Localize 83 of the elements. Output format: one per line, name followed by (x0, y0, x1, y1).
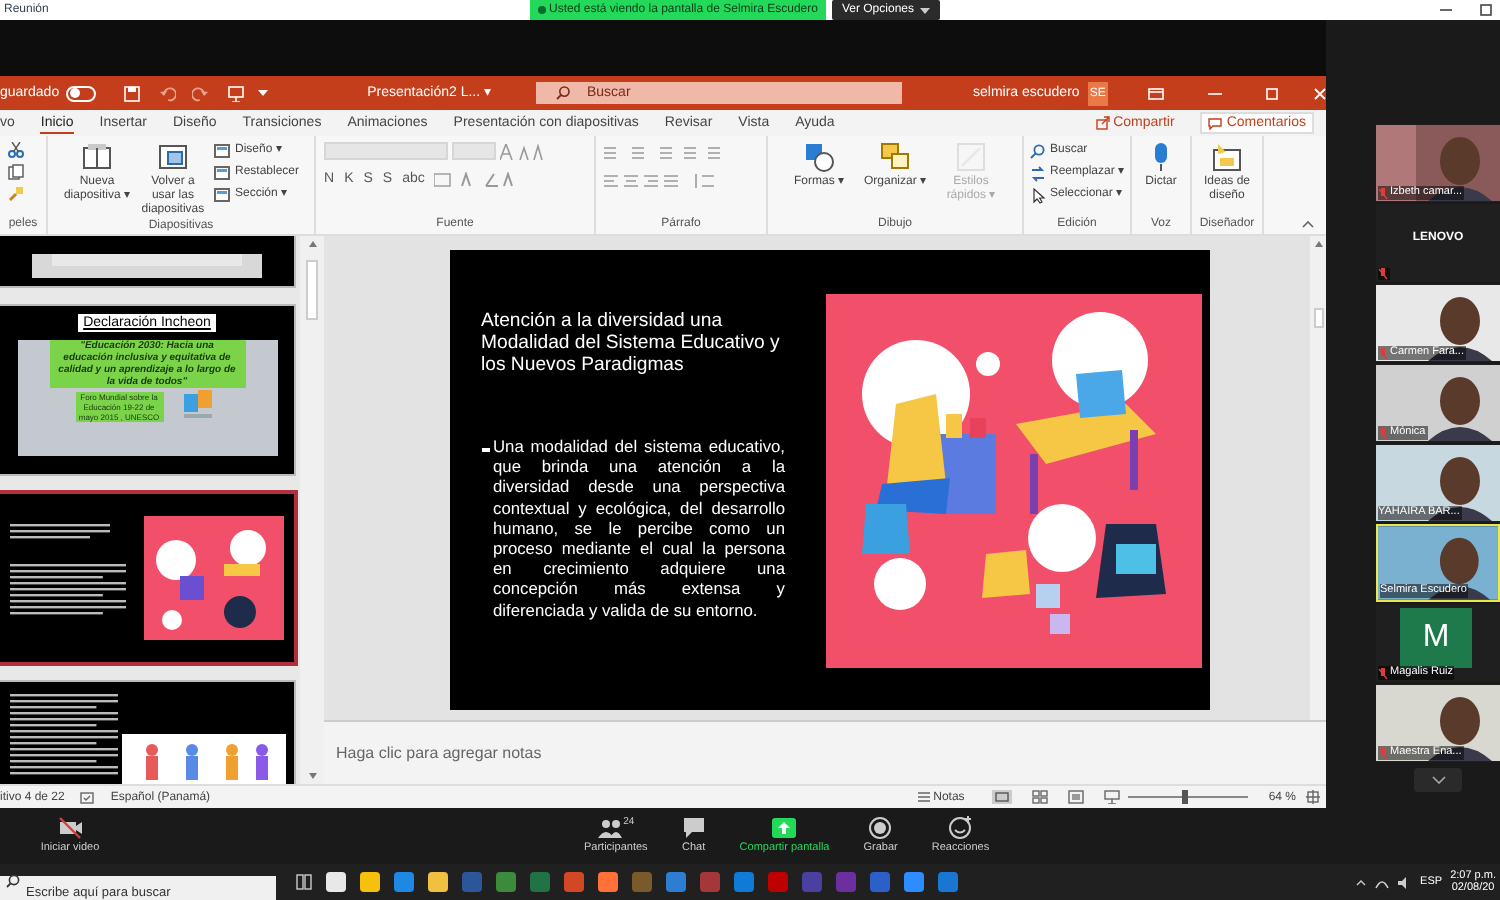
search-icon (1029, 143, 1046, 159)
copy-icon[interactable] (8, 164, 24, 180)
cursor-icon (1029, 187, 1046, 203)
font-size-icon[interactable] (500, 143, 544, 159)
layout-icon (214, 187, 231, 203)
presentation-icon[interactable] (227, 85, 244, 101)
search-icon (555, 86, 569, 100)
notes-icon (917, 792, 930, 802)
share-screen-icon (772, 816, 797, 840)
collapse-icon[interactable] (1302, 220, 1314, 228)
avatar-initial: M (1400, 608, 1472, 668)
design-ideas-icon (1212, 142, 1242, 172)
task-view-icon[interactable] (296, 874, 312, 890)
scrollbar[interactable] (1310, 236, 1326, 720)
caret-icon (920, 7, 930, 13)
slide-body-text: Una modalidad del sistema educativo, que brinda una atención a la diversidad desde una perspectiva contextual y ecológica, del desarrollo humano, se le percibe como un proceso mediante el cual la persona en crecimiento adquiere una concepción más extensa y diferenciada y valida de su entorno. (493, 436, 785, 620)
scrollbar[interactable] (300, 236, 324, 784)
app-icon[interactable] (870, 872, 890, 892)
scissors-icon[interactable] (8, 142, 24, 158)
slide-thumbnail[interactable] (0, 236, 294, 286)
chevron-down-icon (1431, 776, 1445, 784)
slideshow-icon[interactable] (1104, 790, 1121, 804)
close-icon[interactable] (1314, 87, 1326, 99)
app-icon[interactable] (768, 872, 788, 892)
scroll-thumb[interactable] (1313, 308, 1323, 328)
app-icon[interactable] (904, 872, 924, 892)
slide-thumbnail[interactable] (0, 494, 294, 662)
maximize-icon[interactable] (1480, 4, 1492, 16)
redo-icon[interactable] (191, 85, 208, 101)
reuse-slides-icon (157, 142, 188, 172)
video-off-icon (57, 816, 82, 840)
app-icon[interactable] (666, 872, 686, 892)
comment-icon (1208, 117, 1223, 129)
reading-view-icon[interactable] (1068, 790, 1085, 804)
scroll-down-button[interactable] (1414, 768, 1462, 792)
share-icon (1095, 116, 1110, 130)
notes-field[interactable]: Haga clic para agregar notas (336, 743, 542, 763)
font-name-field[interactable] (324, 142, 448, 160)
fit-to-window-icon[interactable] (1306, 790, 1320, 804)
layout-icon (214, 165, 231, 181)
normal-view-icon[interactable] (992, 790, 1013, 804)
ribbon-display-icon[interactable] (1148, 87, 1164, 99)
scroll-up-icon[interactable] (307, 240, 317, 248)
layout-icon (214, 143, 231, 159)
minimize-icon[interactable] (1208, 87, 1222, 99)
participants-icon (597, 816, 622, 840)
shapes-icon (804, 142, 834, 172)
app-icon[interactable] (530, 872, 550, 892)
font-size-field[interactable] (452, 142, 496, 160)
accessibility-icon[interactable] (80, 791, 95, 803)
text-effects-icon[interactable] (434, 171, 515, 187)
app-icon[interactable] (360, 872, 380, 892)
search-icon (6, 874, 20, 888)
quick-styles-icon (956, 142, 986, 172)
undo-icon[interactable] (159, 85, 176, 101)
autosave-toggle[interactable] (65, 85, 96, 101)
app-icon[interactable] (598, 872, 618, 892)
arrange-icon (880, 142, 910, 172)
app-icon[interactable] (564, 872, 584, 892)
slide-title: Atención a la diversidad una Modalidad del Sistema Educativo y los Nuevos Paradigmas (481, 310, 782, 376)
app-icon[interactable] (394, 872, 414, 892)
app-icon[interactable] (496, 872, 516, 892)
caret-icon[interactable] (257, 88, 268, 98)
minimize-icon[interactable] (1440, 4, 1452, 16)
scroll-up-icon[interactable] (1313, 240, 1323, 248)
replace-icon (1029, 165, 1046, 181)
slide-thumbnail[interactable] (0, 682, 294, 784)
scroll-down-icon[interactable] (307, 772, 317, 780)
app-icon[interactable] (734, 872, 754, 892)
scroll-thumb[interactable] (306, 260, 318, 320)
status-dot-icon (537, 6, 546, 14)
new-slide-icon (81, 142, 112, 172)
smiley-icon (948, 816, 973, 840)
wifi-icon[interactable] (1374, 875, 1391, 889)
brush-icon[interactable] (8, 186, 24, 202)
app-icon[interactable] (326, 872, 346, 892)
app-icon[interactable] (938, 872, 958, 892)
record-icon (868, 816, 893, 840)
slide-sorter-icon[interactable] (1032, 790, 1049, 804)
chevron-up-icon[interactable] (1356, 879, 1367, 885)
chat-icon (681, 816, 706, 840)
app-icon[interactable] (428, 872, 448, 892)
save-icon[interactable] (123, 85, 140, 101)
